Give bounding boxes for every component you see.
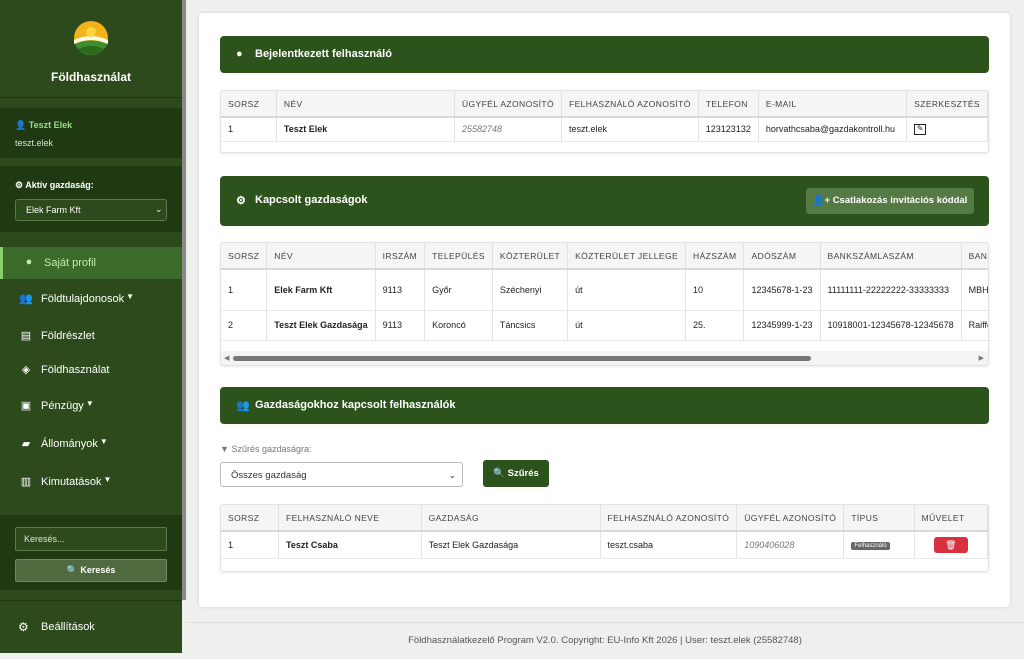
chevron-down-icon: ▼ (126, 292, 135, 301)
farm-users-header: 👥 Gazdaságokhoz kapcsolt felhasználók (220, 387, 989, 424)
logged-user-card: SORSZ NÉV ÜGYFÉL AZONOSÍTÓ FELHASZNÁLÓ A… (220, 90, 989, 153)
farms-header: ⚙ Kapcsolt gazdaságok 👤+ Csatlakozás inv… (220, 176, 989, 226)
chevron-down-icon: ▼ (103, 475, 112, 484)
search-icon: 🔍 (493, 468, 506, 479)
users-icon: 👥 (236, 400, 250, 412)
brand-area: Földhasználat (0, 0, 182, 98)
nav-penzugy[interactable]: ▣ Pénzügy ▼ (0, 390, 182, 422)
filter-label: ▼ Szűrés gazdaságra: (220, 444, 312, 454)
nav-sajat-profil[interactable]: ● Saját profil (0, 247, 182, 279)
table-row: 1 Teszt Csaba Teszt Elek Gazdasága teszt… (221, 531, 988, 559)
scrollbar-thumb[interactable] (233, 356, 811, 361)
logged-user-table: SORSZ NÉV ÜGYFÉL AZONOSÍTÓ FELHASZNÁLÓ A… (221, 91, 988, 142)
table-row: 1 Elek Farm Kft 9113 Győr Széchenyi út 1… (221, 269, 988, 311)
tractor-icon: ⚙ (15, 180, 24, 190)
search-icon: 🔍 (66, 565, 78, 575)
invite-code-button[interactable]: 👤+ Csatlakozás invitációs kóddal (806, 188, 974, 214)
farm-users-card: SORSZ FELHASZNÁLÓ NEVE GAZDASÁG FELHASZN… (220, 504, 989, 572)
sidebar-scrollbar[interactable] (182, 0, 186, 600)
users-icon: 👥 (19, 293, 33, 305)
user-circle-icon: ● (25, 256, 33, 268)
user-plus-icon: 👤+ (812, 195, 831, 206)
farm-select[interactable]: Elek Farm Kft (15, 199, 167, 221)
nav-foldtulajdonosok[interactable]: 👥 Földtulajdonosok ▼ (0, 283, 182, 315)
farm-filter-select[interactable]: Összes gazdaság ⌄ (220, 462, 463, 487)
search-button[interactable]: 🔍 Keresés (15, 559, 167, 582)
filter-button[interactable]: 🔍 Szűrés (483, 460, 549, 487)
chevron-down-icon: ⌄ (155, 204, 163, 214)
gear-icon: ⚙ (18, 620, 29, 634)
chart-icon: ▥ (20, 476, 32, 488)
filter-icon: ▼ (220, 444, 229, 454)
chevron-down-icon: ▼ (85, 399, 94, 408)
user-name: 👤 Teszt Elek (15, 120, 73, 130)
arrow-right-icon[interactable]: ▶ (979, 354, 984, 362)
logo-icon (74, 21, 108, 56)
edit-icon[interactable]: ✎ (914, 124, 927, 136)
user-login: teszt.elek (15, 138, 54, 148)
search-input[interactable] (15, 527, 167, 551)
nav-settings[interactable]: ⚙ Beállítások (0, 600, 182, 653)
user-icon: 👤 (15, 120, 27, 130)
farm-users-table: SORSZ FELHASZNÁLÓ NEVE GAZDASÁG FELHASZN… (221, 505, 988, 559)
brand-title: Földhasználat (50, 70, 131, 84)
main-content: ● Bejelentkezett felhasználó SORSZ NÉV Ü… (199, 13, 1010, 607)
sidebar: Földhasználat 👤 Teszt Elek teszt.elek ⚙ … (0, 0, 182, 653)
tractor-icon: ⚙ (236, 195, 246, 207)
map-icon: ▤ (20, 330, 32, 342)
horizontal-scrollbar[interactable]: ◀ ▶ (221, 351, 988, 365)
folder-icon: ▰ (21, 438, 31, 450)
nav-foldreszlet[interactable]: ▤ Földrészlet (0, 320, 182, 352)
type-badge: Felhasználó (851, 542, 890, 551)
table-row: 2 Teszt Elek Gazdasága 9113 Koroncó Tánc… (221, 310, 988, 341)
table-row: 1 Teszt Elek 25582748 teszt.elek 1231231… (221, 117, 988, 142)
user-circle-icon: ● (236, 48, 243, 60)
footer: Földhasználatkezelő Program V2.0. Copyri… (186, 622, 1024, 653)
sidebar-search: 🔍 Keresés (0, 515, 182, 590)
chevron-down-icon: ▼ (99, 437, 108, 446)
farms-card: SORSZ NÉV IRSZÁM TELEPÜLÉS KÖZTERÜLET KÖ… (220, 242, 989, 366)
farm-selector-label: ⚙ Aktív gazdaság: (15, 180, 94, 190)
farm-selector: ⚙ Aktív gazdaság: Elek Farm Kft ⌄ (0, 166, 182, 232)
money-icon: ▣ (20, 400, 32, 412)
trash-icon: 🗑 (945, 539, 957, 550)
arrow-left-icon[interactable]: ◀ (224, 354, 229, 362)
delete-button[interactable]: 🗑 (933, 536, 968, 553)
nav-allomanyok[interactable]: ▰ Állományok ▼ (0, 428, 182, 460)
sidebar-user: 👤 Teszt Elek teszt.elek (0, 108, 182, 158)
logged-user-header: ● Bejelentkezett felhasználó (220, 36, 989, 73)
nav-foldhasznalat[interactable]: ◈ Földhasználat (0, 354, 182, 386)
chevron-down-icon: ⌄ (448, 470, 456, 480)
farms-table: SORSZ NÉV IRSZÁM TELEPÜLÉS KÖZTERÜLET KÖ… (221, 243, 988, 341)
nav-kimutatasok[interactable]: ▥ Kimutatások ▼ (0, 466, 182, 498)
map-marker-icon: ◈ (21, 364, 31, 376)
